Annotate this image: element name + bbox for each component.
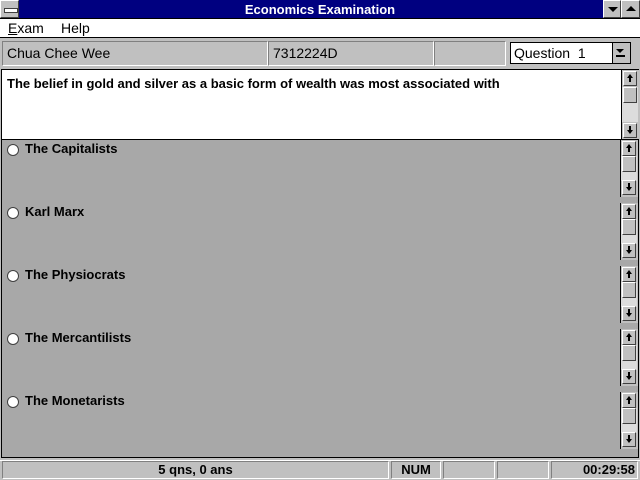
radio-icon[interactable] (7, 207, 19, 219)
question-text: The belief in gold and silver as a basic… (7, 76, 500, 91)
scroll-thumb[interactable] (622, 408, 636, 424)
radio-icon[interactable] (7, 270, 19, 282)
scroll-up-icon[interactable] (623, 71, 637, 86)
answer-scrollbar[interactable] (620, 140, 638, 197)
scroll-up-icon[interactable] (622, 330, 636, 345)
scroll-up-icon[interactable] (622, 267, 636, 282)
system-menu-icon[interactable] (0, 0, 19, 18)
window-title: Economics Examination (244, 2, 396, 17)
answers-panel: The Capitalists Karl Marx The Physiocrat… (1, 140, 639, 458)
menu-exam-accel: E (8, 20, 18, 36)
info-blank-field (434, 41, 506, 66)
status-num-lock: NUM (391, 461, 441, 479)
maximize-icon (626, 6, 636, 11)
scroll-up-icon[interactable] (622, 393, 636, 408)
dropdown-arrow-icon[interactable] (612, 43, 630, 63)
status-blank-1 (443, 461, 495, 479)
scroll-down-icon[interactable] (622, 243, 636, 258)
answer-option[interactable]: The Mercantilists (2, 329, 620, 392)
scroll-thumb[interactable] (622, 156, 636, 172)
scroll-up-icon[interactable] (622, 141, 636, 156)
candidate-id-field: 7312224D (268, 41, 434, 66)
minimize-button[interactable] (603, 0, 621, 18)
maximize-button[interactable] (621, 0, 640, 18)
answer-label[interactable]: The Mercantilists (25, 330, 131, 346)
status-timer: 00:29:58 (551, 461, 638, 479)
candidate-name-field: Chua Chee Wee (2, 41, 268, 66)
radio-icon[interactable] (7, 144, 19, 156)
menu-bar: Exam Help (0, 19, 640, 38)
scroll-thumb[interactable] (622, 282, 636, 298)
question-scrollbar[interactable] (621, 70, 639, 139)
answer-option[interactable]: Karl Marx (2, 203, 620, 266)
answer-scrollbar[interactable] (620, 329, 638, 386)
scroll-down-icon[interactable] (622, 369, 636, 384)
answer-label[interactable]: The Monetarists (25, 393, 125, 409)
minimize-icon (608, 7, 618, 12)
answer-label[interactable]: Karl Marx (25, 204, 84, 220)
menu-exam-label: xam (17, 20, 44, 36)
answer-option[interactable]: The Monetarists (2, 392, 620, 455)
question-select[interactable]: Question 1 (510, 42, 631, 64)
menu-exam[interactable]: Exam (8, 20, 44, 36)
answer-scrollbar[interactable] (620, 392, 638, 449)
answer-label[interactable]: The Capitalists (25, 141, 117, 157)
scroll-down-icon[interactable] (622, 432, 636, 447)
radio-icon[interactable] (7, 333, 19, 345)
answer-option[interactable]: The Capitalists (2, 140, 620, 203)
status-summary: 5 qns, 0 ans (2, 461, 389, 479)
scroll-up-icon[interactable] (622, 204, 636, 219)
answer-option[interactable]: The Physiocrats (2, 266, 620, 329)
scroll-down-icon[interactable] (622, 180, 636, 195)
question-select-value: Question 1 (514, 45, 586, 61)
scroll-thumb[interactable] (622, 219, 636, 235)
radio-icon[interactable] (7, 396, 19, 408)
question-text-box[interactable]: The belief in gold and silver as a basic… (1, 69, 639, 140)
menu-help[interactable]: Help (61, 20, 90, 36)
answer-scrollbar[interactable] (620, 266, 638, 323)
scroll-thumb[interactable] (623, 87, 637, 103)
answer-label[interactable]: The Physiocrats (25, 267, 125, 283)
scroll-down-icon[interactable] (622, 306, 636, 321)
status-blank-2 (497, 461, 549, 479)
answer-scrollbar[interactable] (620, 203, 638, 260)
scroll-thumb[interactable] (622, 345, 636, 361)
scroll-down-icon[interactable] (623, 123, 637, 138)
